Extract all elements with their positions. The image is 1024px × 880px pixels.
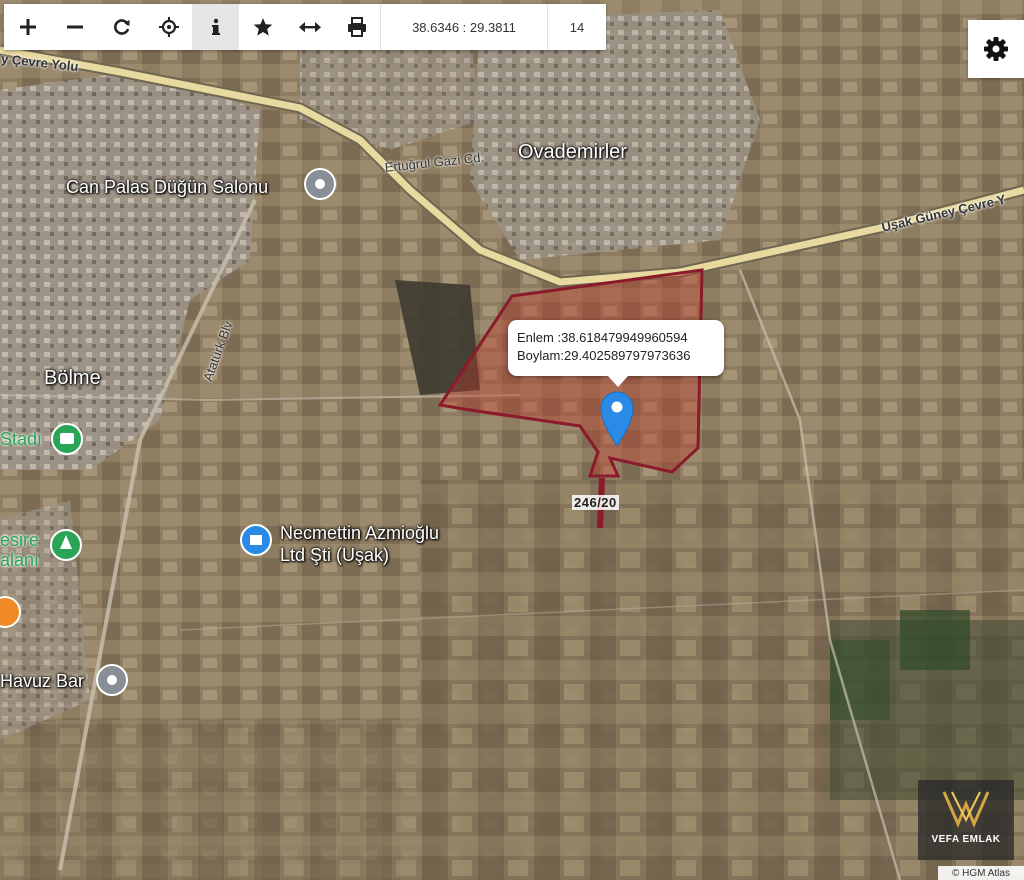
logo-name: VEFA EMLAK: [931, 834, 1001, 845]
zoom-in-icon: [19, 19, 36, 35]
poi-pin-necmettin[interactable]: [240, 524, 272, 556]
label-ovademirler: Ovademirler: [518, 141, 627, 163]
info-button[interactable]: [192, 4, 239, 50]
measure-icon: [298, 22, 321, 33]
popup-latitude: Enlem :38.618479949960594: [517, 330, 688, 345]
print-icon: [347, 17, 366, 37]
label-can-palas: Can Palas Düğün Salonu: [66, 177, 269, 197]
label-mesire-1: esire: [0, 530, 40, 550]
print-button[interactable]: [333, 4, 380, 50]
locate-button[interactable]: [145, 4, 192, 50]
poi-pin-havuz-bar[interactable]: [96, 664, 128, 696]
satellite-imagery: [0, 0, 1024, 880]
coordinate-popup: Enlem :38.618479949960594 Boylam:29.4025…: [508, 320, 724, 387]
poi-pin-can-palas[interactable]: [304, 168, 336, 200]
coordinates-display: 38.6346 : 29.3811: [380, 4, 547, 50]
label-bolme: Bölme: [44, 367, 101, 389]
vefa-emlak-logo: VEFA EMLAK: [918, 780, 1014, 860]
star-icon: [253, 18, 272, 36]
popup-tail: [608, 376, 628, 387]
favorite-button[interactable]: [239, 4, 286, 50]
popup-longitude: Boylam:29.402589797973636: [517, 348, 691, 363]
info-icon: [211, 18, 220, 35]
zoom-in-button[interactable]: [4, 4, 51, 50]
locate-icon: [158, 17, 179, 37]
zoom-out-icon: [66, 25, 83, 29]
label-necmettin-1: Necmettin Azmioğlu: [280, 523, 440, 543]
poi-pin-stadi[interactable]: [51, 423, 83, 455]
poi-pin-restaurant[interactable]: [0, 596, 21, 628]
map-attribution[interactable]: © HGM Atlas: [938, 866, 1024, 880]
zoom-out-button[interactable]: [51, 4, 98, 50]
map-toolbar: 38.6346 : 29.3811 14: [4, 4, 606, 50]
logo-emblem: [942, 791, 990, 828]
gear-icon: [984, 37, 1008, 61]
label-stadi: Stadı: [0, 429, 43, 449]
map-canvas[interactable]: y Çevre Yolu Ovademirler Ertuğrul Gazi C…: [0, 0, 1024, 880]
parcel-number-label: 246/20: [572, 495, 619, 510]
refresh-button[interactable]: [98, 4, 145, 50]
label-havuz-bar: Havuz Bar: [0, 671, 85, 691]
settings-button[interactable]: [968, 20, 1024, 78]
poi-pin-mesire[interactable]: [50, 529, 82, 561]
label-mesire-2: alanı: [0, 550, 40, 570]
zoom-level-display: 14: [547, 4, 606, 50]
refresh-icon: [113, 19, 129, 35]
label-necmettin-2: Ltd Şti (Uşak): [280, 545, 390, 565]
measure-button[interactable]: [286, 4, 333, 50]
